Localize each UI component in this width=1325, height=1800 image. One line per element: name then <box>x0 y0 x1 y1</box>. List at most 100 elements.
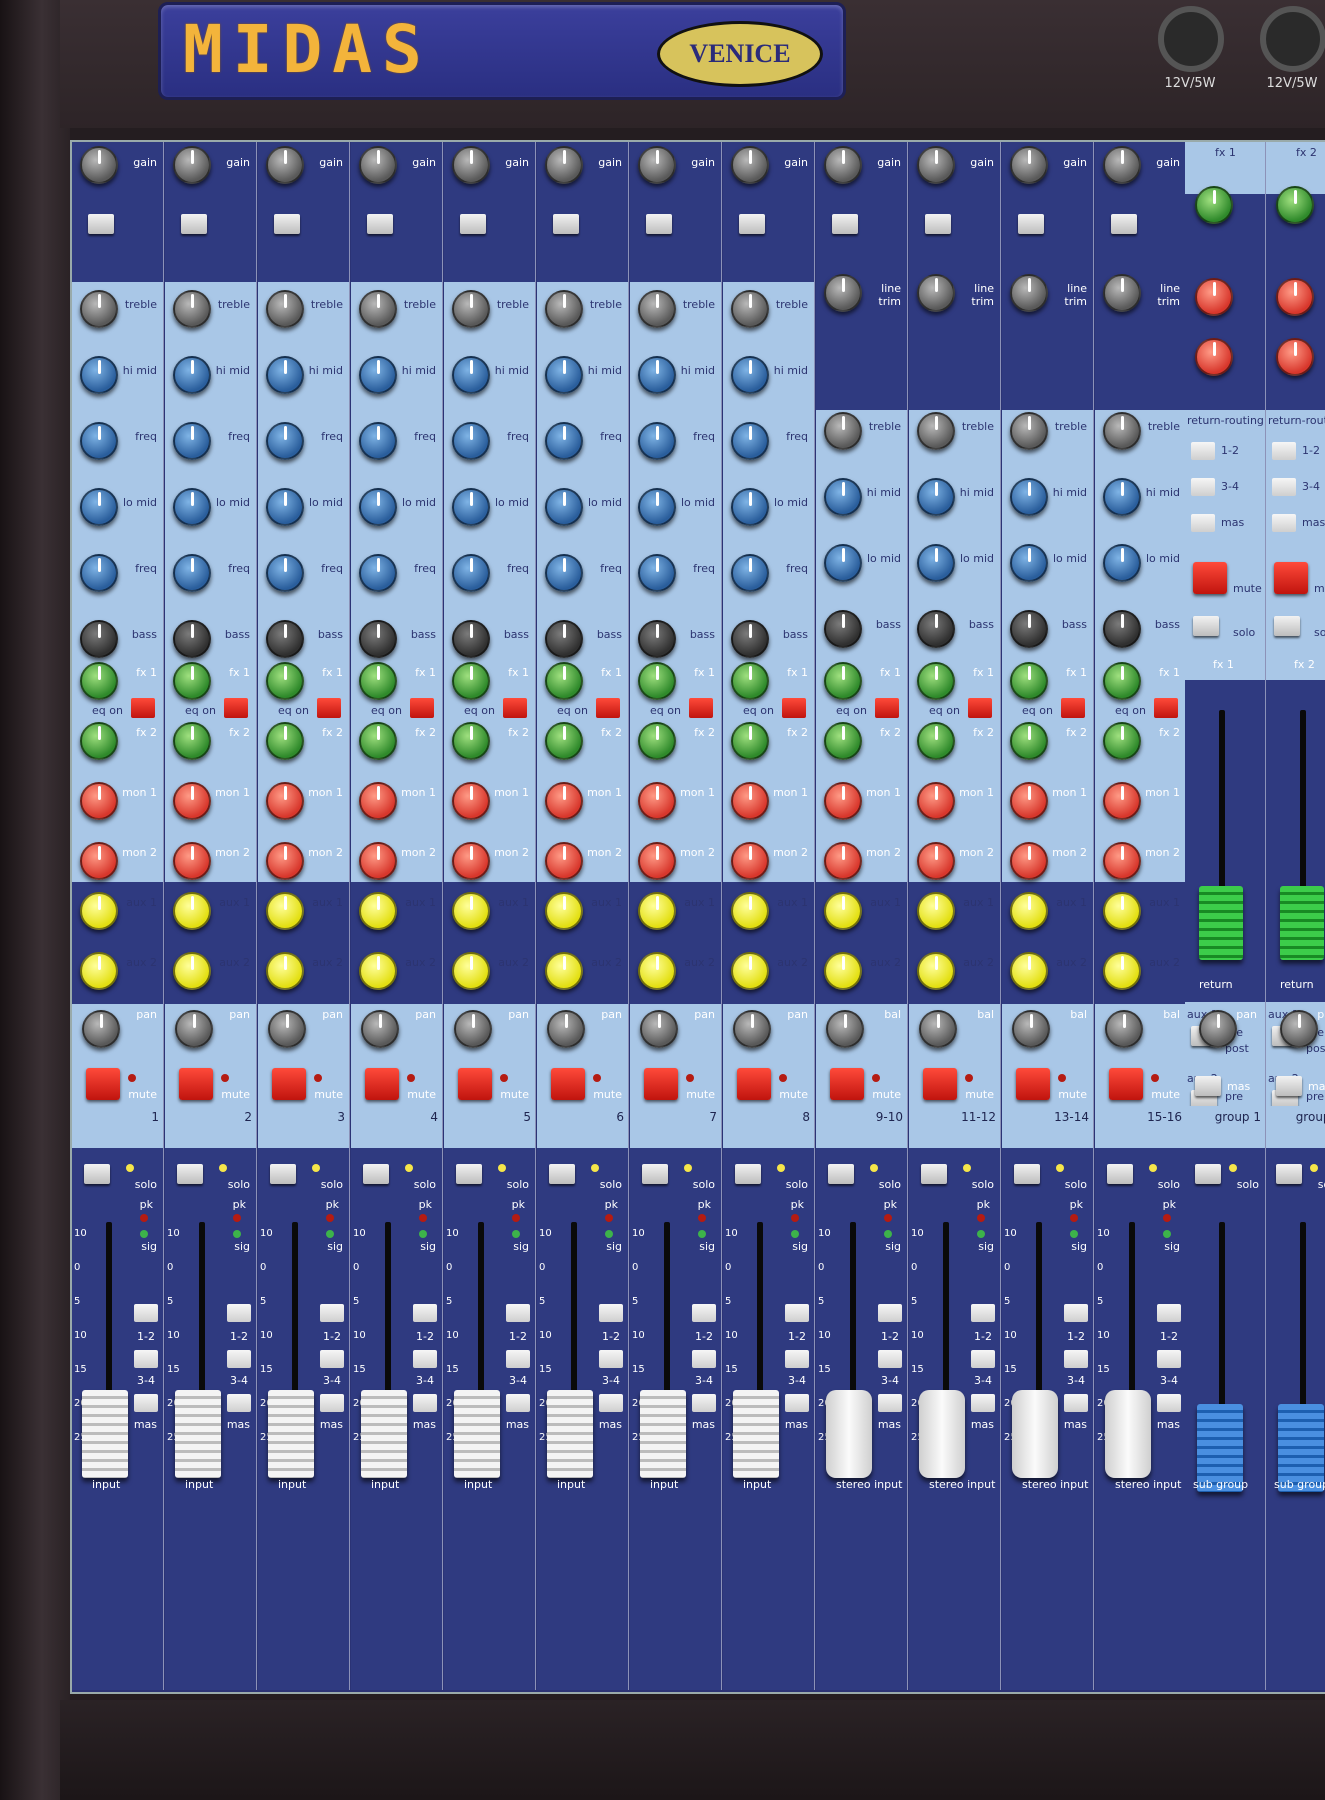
channel-fader[interactable] <box>454 1390 500 1478</box>
mute-button[interactable] <box>86 1068 120 1100</box>
mute-button[interactable] <box>179 1068 213 1100</box>
line-trim-knob[interactable] <box>1010 274 1048 312</box>
mon1-send-knob[interactable] <box>80 782 118 820</box>
treble-knob[interactable] <box>731 290 769 328</box>
solo-button[interactable] <box>1107 1164 1133 1184</box>
mon1-send-knob[interactable] <box>917 782 955 820</box>
route-mas-button[interactable] <box>506 1394 530 1412</box>
mute-button[interactable] <box>830 1068 864 1100</box>
route-12-button[interactable] <box>1157 1304 1181 1322</box>
route-34-button[interactable] <box>134 1350 158 1368</box>
fx-mute-button[interactable] <box>1274 562 1308 594</box>
pan-knob[interactable] <box>175 1010 213 1048</box>
lo-freq-knob[interactable] <box>266 554 304 592</box>
hpf-button[interactable] <box>460 214 486 234</box>
eq-on-button[interactable] <box>1061 698 1085 718</box>
channel-fader[interactable] <box>547 1390 593 1478</box>
route-mas-button[interactable] <box>1157 1394 1181 1412</box>
treble-knob[interactable] <box>1010 412 1048 450</box>
route-12-button[interactable] <box>971 1304 995 1322</box>
solo-button[interactable] <box>177 1164 203 1184</box>
lo-mid-knob[interactable] <box>359 488 397 526</box>
fx1-send-knob[interactable] <box>638 662 676 700</box>
hpf-button[interactable] <box>646 214 672 234</box>
aux2-send-knob[interactable] <box>173 952 211 990</box>
hi-mid-knob[interactable] <box>545 356 583 394</box>
eq-on-button[interactable] <box>875 698 899 718</box>
aux2-send-knob[interactable] <box>266 952 304 990</box>
lo-freq-knob[interactable] <box>545 554 583 592</box>
aux2-send-knob[interactable] <box>917 952 955 990</box>
channel-fader[interactable] <box>826 1390 872 1478</box>
route-34-button[interactable] <box>227 1350 251 1368</box>
lo-mid-knob[interactable] <box>452 488 490 526</box>
solo-button[interactable] <box>549 1164 575 1184</box>
route-34-button[interactable] <box>1064 1350 1088 1368</box>
hi-mid-knob[interactable] <box>1010 478 1048 516</box>
eq-on-button[interactable] <box>782 698 806 718</box>
route-12-button[interactable] <box>506 1304 530 1322</box>
bass-knob[interactable] <box>731 620 769 658</box>
eq-on-button[interactable] <box>968 698 992 718</box>
aux1-send-knob[interactable] <box>266 892 304 930</box>
solo-button[interactable] <box>735 1164 761 1184</box>
hpf-button[interactable] <box>181 214 207 234</box>
aux2-send-knob[interactable] <box>731 952 769 990</box>
solo-button[interactable] <box>642 1164 668 1184</box>
aux1-send-knob[interactable] <box>1010 892 1048 930</box>
eq-on-button[interactable] <box>224 698 248 718</box>
fx-mute-button[interactable] <box>1193 562 1227 594</box>
solo-button[interactable] <box>363 1164 389 1184</box>
pan-knob[interactable] <box>361 1010 399 1048</box>
treble-knob[interactable] <box>638 290 676 328</box>
bass-knob[interactable] <box>824 610 862 648</box>
solo-button[interactable] <box>84 1164 110 1184</box>
mute-button[interactable] <box>365 1068 399 1100</box>
hpf-button[interactable] <box>88 214 114 234</box>
lo-mid-knob[interactable] <box>824 544 862 582</box>
fx-route-34-button[interactable] <box>1191 478 1215 496</box>
mute-button[interactable] <box>272 1068 306 1100</box>
fx2-send-knob[interactable] <box>266 722 304 760</box>
mon1-send-knob[interactable] <box>173 782 211 820</box>
treble-knob[interactable] <box>917 412 955 450</box>
route-mas-button[interactable] <box>134 1394 158 1412</box>
mon2-send-knob[interactable] <box>80 842 118 880</box>
mute-button[interactable] <box>644 1068 678 1100</box>
solo-button[interactable] <box>921 1164 947 1184</box>
aux2-send-knob[interactable] <box>1010 952 1048 990</box>
aux1-send-knob[interactable] <box>359 892 397 930</box>
eq-on-button[interactable] <box>596 698 620 718</box>
lo-freq-knob[interactable] <box>80 554 118 592</box>
fx1-send-knob[interactable] <box>1010 662 1048 700</box>
bass-knob[interactable] <box>80 620 118 658</box>
lo-mid-knob[interactable] <box>266 488 304 526</box>
fx1-send-knob[interactable] <box>452 662 490 700</box>
treble-knob[interactable] <box>1103 412 1141 450</box>
hi-mid-knob[interactable] <box>359 356 397 394</box>
fx-return-level-knob[interactable] <box>1195 186 1233 224</box>
pan-knob[interactable] <box>640 1010 678 1048</box>
channel-fader[interactable] <box>361 1390 407 1478</box>
mute-button[interactable] <box>458 1068 492 1100</box>
line-trim-knob[interactable] <box>1103 274 1141 312</box>
route-34-button[interactable] <box>413 1350 437 1368</box>
aux2-send-knob[interactable] <box>824 952 862 990</box>
hi-freq-knob[interactable] <box>638 422 676 460</box>
fx-mon1-knob[interactable] <box>1276 278 1314 316</box>
mon1-send-knob[interactable] <box>545 782 583 820</box>
fx1-send-knob[interactable] <box>173 662 211 700</box>
fx2-send-knob[interactable] <box>1010 722 1048 760</box>
aux2-send-knob[interactable] <box>638 952 676 990</box>
mute-button[interactable] <box>1109 1068 1143 1100</box>
fx-mon1-knob[interactable] <box>1195 278 1233 316</box>
hpf-button[interactable] <box>553 214 579 234</box>
mon1-send-knob[interactable] <box>731 782 769 820</box>
lamp-connector-2[interactable] <box>1260 6 1325 72</box>
fx1-send-knob[interactable] <box>80 662 118 700</box>
route-mas-button[interactable] <box>785 1394 809 1412</box>
gain-knob[interactable] <box>266 146 304 184</box>
mon2-send-knob[interactable] <box>173 842 211 880</box>
mon1-send-knob[interactable] <box>824 782 862 820</box>
pan-knob[interactable] <box>268 1010 306 1048</box>
